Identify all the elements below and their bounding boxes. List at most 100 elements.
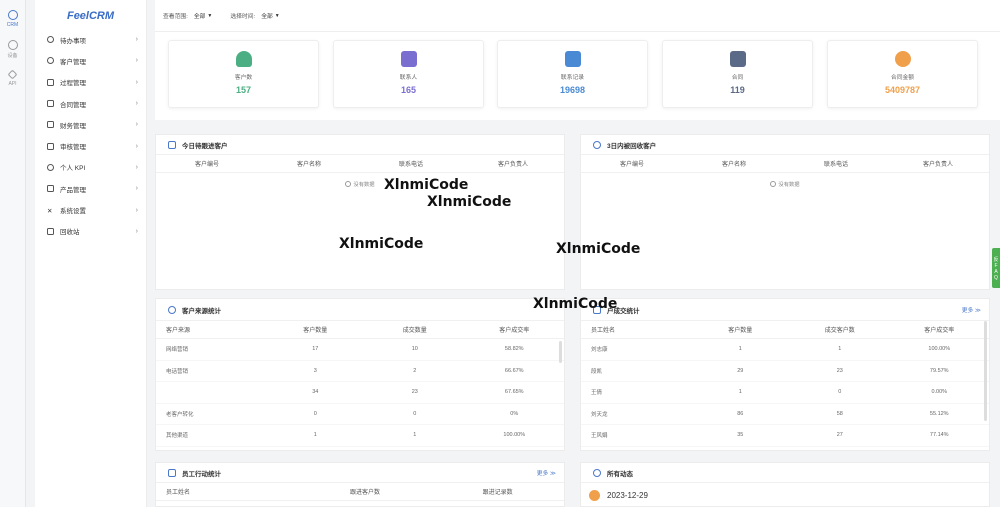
contract-icon bbox=[729, 51, 746, 67]
scrollbar[interactable] bbox=[559, 341, 562, 363]
chevron-right-icon: › bbox=[135, 36, 138, 44]
stat-card-contacts[interactable]: 联系人 165 bbox=[333, 40, 484, 108]
panel-header: 3日内被回收客户 bbox=[581, 135, 989, 155]
phone-book-icon bbox=[400, 51, 417, 67]
table-row[interactable]: 其他渠道 1 1 100.00% bbox=[156, 425, 564, 447]
recycled-panel: 3日内被回收客户 客户编号 客户名称 联系电话 客户负责人 没有数据 bbox=[580, 134, 990, 290]
empty-icon bbox=[770, 181, 777, 187]
sidebar-item-kpi[interactable]: 个人 KPI › bbox=[35, 157, 146, 178]
rail-api[interactable]: API bbox=[0, 69, 25, 87]
staff-stats-panel: 员工行动统计 更多 ≫ 员工姓名 跟进客户数 跟进记录数 bbox=[155, 462, 565, 507]
caret-down-icon: ▼ bbox=[274, 12, 280, 19]
calendar-icon bbox=[47, 78, 54, 86]
stat-card-contact-records[interactable]: 联系记录 19698 bbox=[497, 40, 648, 108]
activity-panel: 所有动态 2023-12-29 bbox=[580, 462, 990, 507]
chevron-right-icon: › bbox=[135, 142, 138, 150]
table-row[interactable]: 王倩 1 0 0.00% bbox=[581, 382, 989, 404]
source-stats-panel: 客户来源统计 客户来源 客户数量 成交数量 客户成交率 网络营销 17 10 58.8… bbox=[155, 298, 565, 451]
watermark: XlnmiCode bbox=[556, 241, 641, 257]
sidebar-item-contracts[interactable]: 合同管理 › bbox=[35, 93, 146, 114]
sidebar-item-customers[interactable]: 客户管理 › bbox=[35, 50, 146, 71]
calendar-icon bbox=[168, 140, 176, 149]
empty-state: 没有数据 bbox=[581, 180, 989, 188]
recycle-icon bbox=[593, 140, 601, 149]
panel-header: 户成交统计 更多 ≫ bbox=[581, 299, 989, 321]
table-header: 员工姓名 客户数量 成交客户数 客户成交率 bbox=[581, 321, 989, 339]
watermark: XlnmiCode bbox=[384, 177, 469, 193]
chevron-right-icon: › bbox=[135, 206, 138, 214]
empty-icon bbox=[345, 181, 352, 187]
table-row[interactable]: 34 23 67.65% bbox=[156, 382, 564, 404]
chevron-right-icon: › bbox=[135, 121, 138, 129]
app-rail: CRM 设备 API bbox=[0, 0, 26, 507]
clock-icon bbox=[47, 36, 54, 44]
sidebar-item-settings[interactable]: ✕ 系统设置 › bbox=[35, 199, 146, 220]
panel-header: 所有动态 bbox=[581, 463, 989, 483]
sidebar-item-process[interactable]: 过程管理 › bbox=[35, 72, 146, 93]
chevron-right-icon: › bbox=[135, 163, 138, 171]
team-icon bbox=[168, 468, 176, 477]
more-link[interactable]: 更多 ≫ bbox=[962, 305, 981, 314]
table-header: 员工姓名 跟进客户数 跟进记录数 bbox=[156, 483, 564, 501]
watermark: XlnmiCode bbox=[427, 194, 512, 210]
table-row[interactable]: 电话营销 3 2 66.67% bbox=[156, 361, 564, 382]
contract-icon bbox=[47, 100, 54, 108]
sidebar-item-audit[interactable]: 审核管理 › bbox=[35, 135, 146, 156]
filter-bar: 查看范围: 全部 ▼ 选择时间: 全部 ▼ bbox=[155, 0, 1000, 32]
sidebar-item-recycle-bin[interactable]: 回收站 › bbox=[35, 221, 146, 242]
table-row[interactable]: 老客户转化 0 0 0% bbox=[156, 404, 564, 425]
pie-chart-icon bbox=[168, 305, 176, 314]
sidebar-item-finance[interactable]: 财务管理 › bbox=[35, 114, 146, 135]
chevron-right-icon: › bbox=[135, 100, 138, 108]
broadcast-icon bbox=[593, 468, 601, 477]
stat-card-contracts[interactable]: 合同 119 bbox=[662, 40, 813, 108]
record-icon bbox=[564, 51, 581, 67]
app-logo: FeelCRM bbox=[66, 10, 115, 22]
audit-icon bbox=[47, 142, 54, 150]
table-row[interactable]: 刘天龙 86 58 55.12% bbox=[581, 404, 989, 425]
sidebar-item-products[interactable]: 产品管理 › bbox=[35, 178, 146, 199]
table-row[interactable]: 刘志康 1 1 100.00% bbox=[581, 339, 989, 361]
empty-state: 没有数据 bbox=[156, 180, 564, 188]
coins-icon bbox=[894, 51, 911, 67]
table-row[interactable]: 王风娟 35 27 77.14% bbox=[581, 425, 989, 447]
stat-cards: 客户数 157 联系人 165 联系记录 19698 合同 119 合同金额 5… bbox=[155, 32, 1000, 120]
person-icon bbox=[47, 163, 54, 171]
date-dot-icon bbox=[589, 490, 600, 501]
table-row[interactable]: 段凯 29 23 79.57% bbox=[581, 361, 989, 382]
chevron-right-icon: › bbox=[135, 227, 138, 235]
customer-icon bbox=[235, 51, 252, 67]
rail-crm[interactable]: CRM bbox=[0, 10, 25, 28]
rail-device[interactable]: 设备 bbox=[0, 40, 25, 59]
chevron-right-icon: › bbox=[135, 185, 138, 193]
chevron-right-icon: › bbox=[135, 57, 138, 65]
time-filter[interactable]: 选择时间: 全部 ▼ bbox=[230, 11, 280, 21]
faq-tab[interactable]: 反 F A Q bbox=[992, 248, 1000, 288]
watermark: XlnmiCode bbox=[339, 236, 424, 252]
sidebar-item-todo[interactable]: 待办事项 › bbox=[35, 29, 146, 50]
finance-icon bbox=[47, 121, 54, 129]
trash-icon bbox=[47, 227, 54, 235]
stat-card-contract-amount[interactable]: 合同金额 5409787 bbox=[827, 40, 978, 108]
tools-icon: ✕ bbox=[47, 207, 53, 215]
panel-header: 员工行动统计 更多 ≫ bbox=[156, 463, 564, 483]
watermark: XlnmiCode bbox=[533, 296, 618, 312]
table-row[interactable]: 网络营销 17 10 58.82% bbox=[156, 339, 564, 361]
caret-down-icon: ▼ bbox=[207, 12, 213, 19]
more-link[interactable]: 更多 ≫ bbox=[537, 468, 556, 477]
user-icon bbox=[47, 57, 54, 65]
stat-card-customers[interactable]: 客户数 157 bbox=[168, 40, 319, 108]
chevron-right-icon: › bbox=[135, 78, 138, 86]
table-header: 客户来源 客户数量 成交数量 客户成交率 bbox=[156, 321, 564, 339]
grid-icon bbox=[47, 185, 54, 193]
api-icon bbox=[7, 69, 18, 80]
activity-date: 2023-12-29 bbox=[589, 490, 989, 501]
panel-header: 今日待跟进客户 bbox=[156, 135, 564, 155]
table-header: 客户编号 客户名称 联系电话 客户负责人 bbox=[156, 155, 564, 173]
followup-panel: 今日待跟进客户 客户编号 客户名称 联系电话 客户负责人 没有数据 bbox=[155, 134, 565, 290]
device-icon bbox=[7, 40, 18, 50]
sidebar: FeelCRM 待办事项 › 客户管理 › 过程管理 › 合同管理 › 财务管理 › 审核… bbox=[35, 0, 147, 507]
scope-filter[interactable]: 查看范围: 全部 ▼ bbox=[163, 11, 213, 21]
scrollbar[interactable] bbox=[984, 321, 987, 421]
crm-icon bbox=[7, 10, 18, 20]
